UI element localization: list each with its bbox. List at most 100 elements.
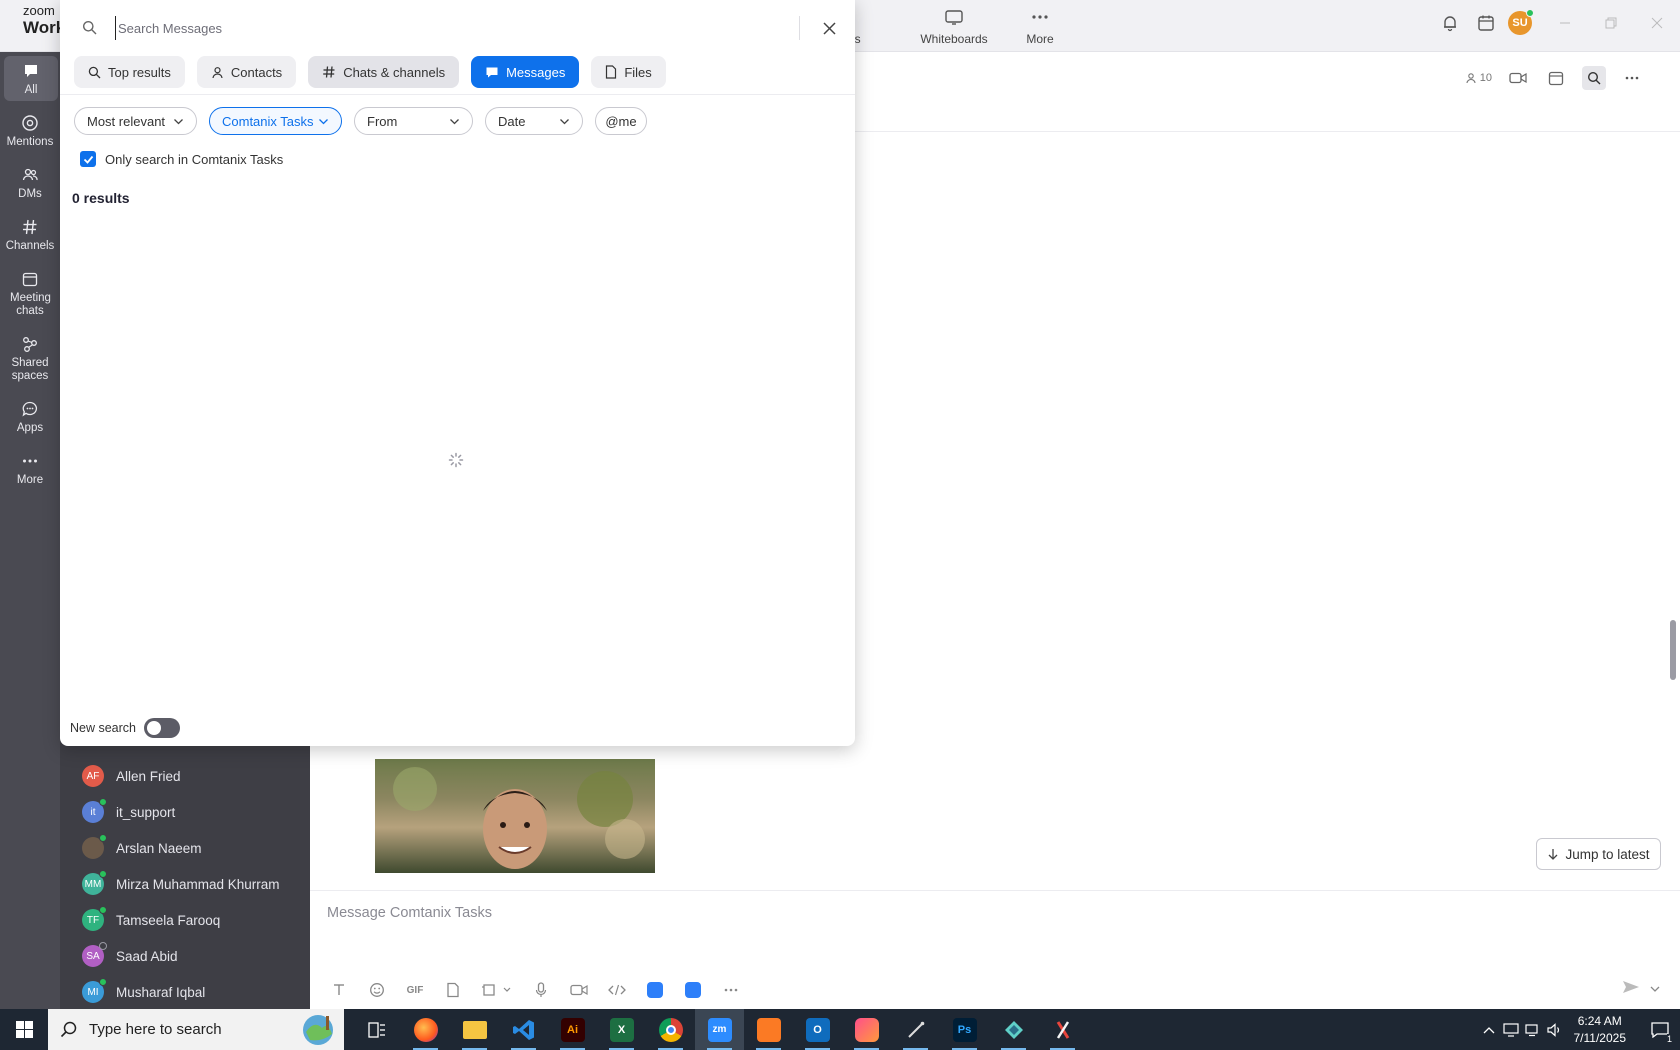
illustrator-glyph: Ai	[560, 1017, 585, 1042]
conversation-scrollbar[interactable]	[1670, 620, 1676, 680]
taskbar-search-box[interactable]: Type here to search	[48, 1009, 344, 1050]
zoom-icon[interactable]: zm	[695, 1009, 744, 1050]
network-icon[interactable]	[1522, 1009, 1544, 1050]
screenshot-icon[interactable]	[479, 979, 515, 1001]
video-call-icon[interactable]	[1506, 66, 1530, 90]
list-item[interactable]: TF Tamseela Farooq	[82, 905, 220, 935]
rail-item-apps[interactable]: Apps	[0, 400, 60, 435]
calendar-icon[interactable]	[1544, 66, 1568, 90]
task-view-icon[interactable]	[352, 1009, 401, 1050]
new-search-label: New search	[70, 721, 136, 735]
list-item[interactable]: MM Mirza Muhammad Khurram	[82, 869, 280, 899]
search-icon[interactable]	[1582, 66, 1606, 90]
tab-top-results[interactable]: Top results	[74, 56, 185, 88]
app-red-icon[interactable]	[1038, 1009, 1087, 1050]
rail-item-shared-spaces[interactable]: Shared spaces	[0, 335, 60, 383]
list-item[interactable]: SA Saad Abid	[82, 941, 178, 971]
attach-file-icon[interactable]	[441, 979, 465, 1001]
excel-glyph: X	[609, 1017, 634, 1042]
file-explorer-icon[interactable]	[450, 1009, 499, 1050]
minimize-window-button[interactable]	[1542, 10, 1588, 36]
emoji-icon[interactable]	[365, 979, 389, 1001]
text-format-icon[interactable]	[327, 979, 351, 1001]
chevron-down-icon[interactable]	[1650, 981, 1660, 999]
mention-me-filter[interactable]: @me	[595, 107, 647, 135]
file-icon	[606, 65, 617, 79]
start-button[interactable]	[0, 1009, 48, 1050]
send-icon[interactable]	[1622, 979, 1640, 1000]
checkbox-checked[interactable]	[80, 151, 96, 167]
topnav-whiteboards[interactable]: Whiteboards	[914, 8, 994, 46]
zoom-app-icon[interactable]	[681, 979, 705, 1001]
display-icon[interactable]	[1500, 1009, 1522, 1050]
rail-item-meeting-chats[interactable]: Meeting chats	[0, 270, 60, 318]
screenshot-tool-icon[interactable]	[842, 1009, 891, 1050]
sort-dropdown[interactable]: Most relevant	[74, 107, 197, 135]
hash-icon	[23, 219, 37, 235]
list-item[interactable]: Arslan Naeem	[82, 833, 202, 863]
channel-filter-dropdown[interactable]: Comtanix Tasks	[209, 107, 342, 135]
illustrator-icon[interactable]: Ai	[548, 1009, 597, 1050]
close-window-button[interactable]	[1634, 10, 1680, 36]
chrome-icon[interactable]	[646, 1009, 695, 1050]
user-avatar[interactable]: SU	[1508, 9, 1534, 35]
vscode-icon[interactable]	[499, 1009, 548, 1050]
photoshop-icon[interactable]: Ps	[940, 1009, 989, 1050]
volume-icon[interactable]	[1544, 1009, 1566, 1050]
firefox-icon[interactable]	[401, 1009, 450, 1050]
restore-window-button[interactable]	[1588, 10, 1634, 36]
close-search-button[interactable]	[817, 16, 841, 40]
excel-icon[interactable]: X	[597, 1009, 646, 1050]
only-search-in-channel-checkbox[interactable]: Only search in Comtanix Tasks	[80, 151, 283, 167]
close-icon	[1651, 17, 1663, 29]
rail-item-channels[interactable]: Channels	[0, 218, 60, 253]
more-composer-options-icon[interactable]	[719, 979, 743, 1001]
action-center-button[interactable]: 1	[1640, 1009, 1680, 1050]
rail-item-more[interactable]: More	[0, 452, 60, 487]
clock-date: 7/11/2025	[1573, 1030, 1627, 1045]
rail-item-dms[interactable]: DMs	[0, 166, 60, 201]
jump-to-latest-button[interactable]: Jump to latest	[1536, 838, 1661, 870]
video-message-icon[interactable]	[567, 979, 591, 1001]
gif-label: GIF	[406, 984, 424, 996]
hash-icon	[323, 66, 335, 78]
chevron-up-icon[interactable]	[1478, 1009, 1500, 1050]
outlook-glyph: O	[805, 1017, 830, 1042]
search-input[interactable]	[115, 16, 795, 40]
member-count-button[interactable]: 10	[1465, 72, 1492, 84]
notifications-bell-icon[interactable]	[1432, 10, 1468, 36]
shared-photo[interactable]	[375, 759, 655, 873]
app-diamond-icon[interactable]	[989, 1009, 1038, 1050]
date-filter-dropdown[interactable]: Date	[485, 107, 583, 135]
rail-item-channels-label: Channels	[5, 240, 55, 252]
avatar-initials: AF	[86, 770, 100, 782]
topnav-more[interactable]: More	[1000, 8, 1080, 46]
notification-count: 1	[1666, 1034, 1672, 1044]
rail-item-mentions[interactable]: Mentions	[0, 114, 60, 149]
pen-tool-icon[interactable]	[891, 1009, 940, 1050]
outlook-icon[interactable]: O	[793, 1009, 842, 1050]
mention-me-label: @me	[605, 113, 637, 129]
rail-item-all[interactable]: All	[4, 56, 58, 102]
code-snippet-icon[interactable]	[605, 979, 629, 1001]
list-item[interactable]: AF Allen Fried	[82, 761, 181, 791]
app-integration-icon[interactable]	[643, 979, 667, 1001]
list-item[interactable]: it it_support	[82, 797, 175, 827]
rail-item-shared-spaces-label: Shared spaces	[11, 357, 49, 383]
new-search-toggle[interactable]	[144, 718, 180, 738]
tab-contacts[interactable]: Contacts	[196, 56, 297, 88]
calendar-clock-icon[interactable]	[1468, 10, 1504, 36]
tab-messages[interactable]: Messages	[471, 56, 580, 88]
list-item[interactable]: MI Musharaf Iqbal	[82, 977, 205, 1007]
search-filters: Most relevant Comtanix Tasks From Date @…	[74, 107, 647, 135]
from-filter-dropdown[interactable]: From	[354, 107, 473, 135]
gif-button[interactable]: GIF	[403, 979, 427, 1001]
more-options-icon[interactable]	[1620, 66, 1644, 90]
tab-files[interactable]: Files	[591, 56, 666, 88]
tab-chats-channels[interactable]: Chats & channels	[308, 56, 460, 88]
person-icon	[1466, 73, 1476, 84]
xampp-icon[interactable]	[744, 1009, 793, 1050]
microphone-icon[interactable]	[529, 979, 553, 1001]
taskbar-clock[interactable]: 6:24 AM 7/11/2025	[1574, 1013, 1627, 1045]
message-composer[interactable]: Message Comtanix Tasks GIF	[310, 890, 1680, 1009]
